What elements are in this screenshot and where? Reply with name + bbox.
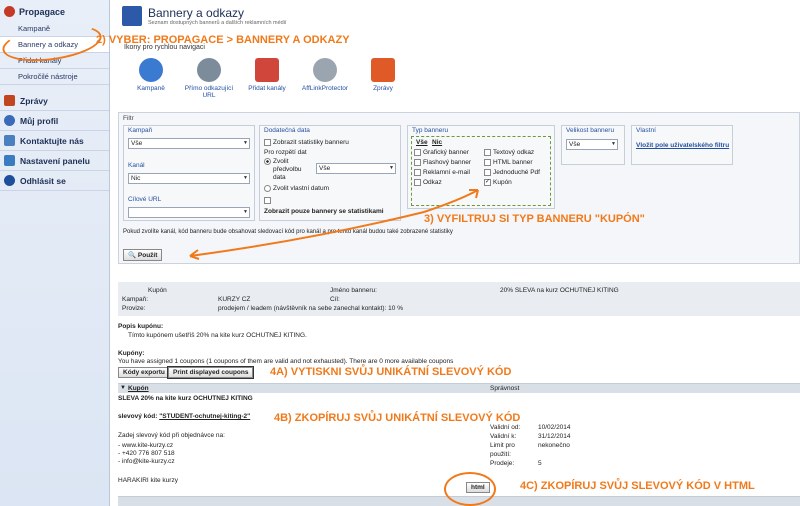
arrow-to-kupon [423,189,479,213]
annotation-arrows [189,189,479,260]
arrow-to-apply [189,211,425,257]
